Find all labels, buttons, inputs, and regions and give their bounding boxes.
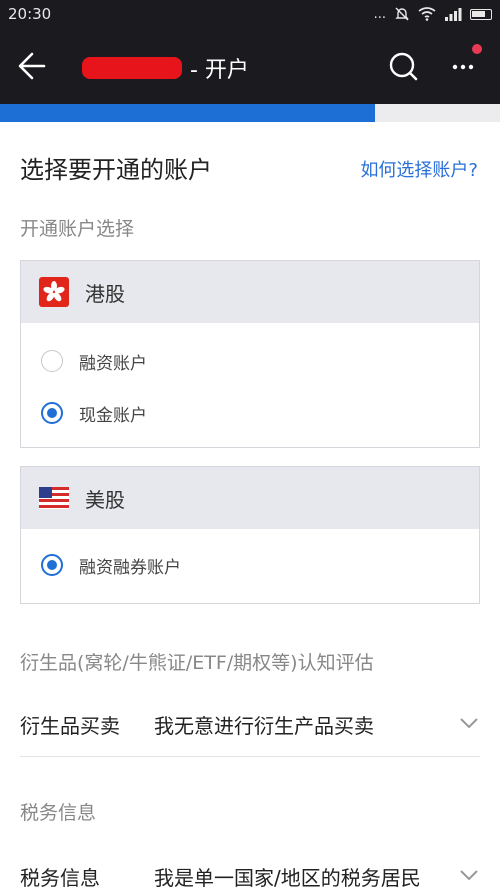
status-bar: 20:30 ...: [0, 0, 500, 30]
option-margin-account[interactable]: 融资账户: [21, 335, 479, 387]
row-value: 我是单一国家/地区的税务居民: [154, 865, 421, 889]
section-subtitle: 开通账户选择: [20, 218, 135, 240]
option-cash-account[interactable]: 现金账户: [21, 387, 479, 439]
market-card-us: 美股 融资融券账户: [20, 466, 480, 604]
chevron-down-icon: [460, 870, 478, 881]
radio-selected[interactable]: [41, 554, 63, 576]
chevron-down-icon: [460, 718, 478, 729]
radio-selected[interactable]: [41, 402, 63, 424]
market-card-hk: 港股 融资账户 现金账户: [20, 260, 480, 448]
market-name: 港股: [85, 281, 125, 306]
divider: [20, 756, 480, 757]
row-value: 我无意进行衍生产品买卖: [154, 713, 374, 738]
option-label: 现金账户: [79, 405, 147, 426]
hong-kong-flag-icon: [39, 277, 69, 307]
back-arrow-icon[interactable]: [14, 46, 54, 86]
option-label: 融资账户: [79, 353, 147, 374]
row-key: 税务信息: [20, 865, 100, 889]
derivatives-section-label: 衍生品(窝轮/牛熊证/ETF/期权等)认知评估: [20, 652, 374, 674]
row-key: 衍生品买卖: [20, 713, 120, 738]
more-dots-indicator: ...: [373, 6, 386, 22]
step-progress-bar: [0, 104, 500, 122]
notification-dot: [472, 44, 482, 54]
step-progress-fill: [0, 104, 375, 122]
derivatives-trading-row[interactable]: 衍生品买卖 我无意进行衍生产品买卖: [20, 696, 480, 752]
redacted-name: [82, 57, 182, 79]
battery-icon: [470, 8, 492, 20]
market-name: 美股: [85, 487, 125, 512]
page-title-text: - 开户: [190, 58, 249, 83]
section-title: 选择要开通的账户: [20, 156, 212, 184]
tax-info-row[interactable]: 税务信息 我是单一国家/地区的税务居民: [20, 848, 480, 889]
tax-section-label: 税务信息: [20, 802, 97, 824]
market-card-header: 港股: [21, 261, 479, 323]
app-bar: - 开户: [0, 30, 500, 104]
status-time: 20:30: [8, 5, 52, 23]
more-icon[interactable]: [446, 50, 480, 84]
us-flag-icon: [39, 487, 69, 509]
option-label: 融资融券账户: [79, 557, 181, 578]
wifi-icon: [418, 7, 436, 21]
help-link[interactable]: 如何选择账户?: [360, 156, 478, 182]
search-icon[interactable]: [386, 50, 420, 84]
page-title: - 开户: [82, 52, 249, 84]
radio-unselected[interactable]: [41, 350, 63, 372]
signal-icon: [445, 8, 462, 21]
option-margin-securities-account[interactable]: 融资融券账户: [21, 539, 479, 591]
muted-bell-icon: [395, 7, 409, 21]
market-card-header: 美股: [21, 467, 479, 529]
